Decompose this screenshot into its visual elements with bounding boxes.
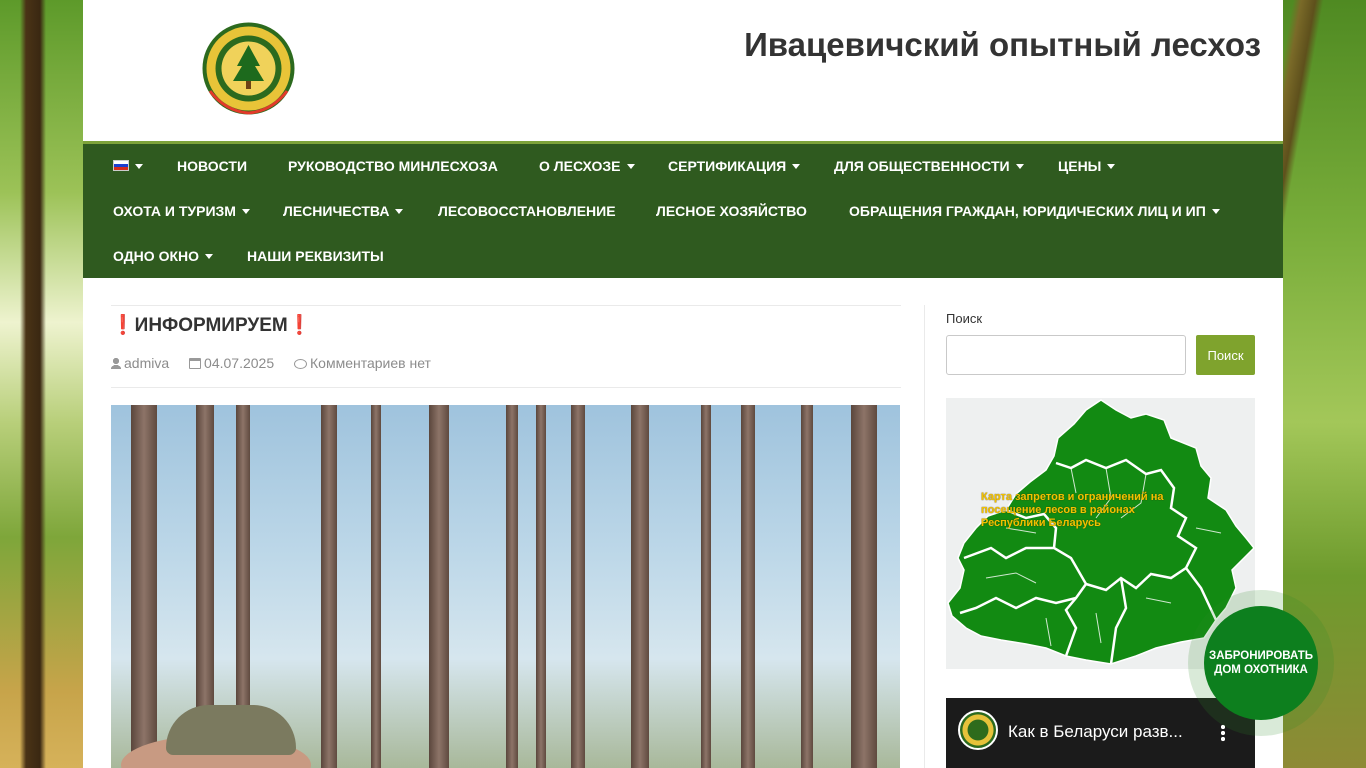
nav-item-public[interactable]: ДЛЯ ОБЩЕСТВЕННОСТИ xyxy=(834,144,1024,189)
chevron-down-icon xyxy=(205,253,214,259)
background-forest-left xyxy=(0,0,83,768)
nav-item-label: ОХОТА И ТУРИЗМ xyxy=(113,203,236,219)
post-date[interactable]: 04.07.2025 xyxy=(189,355,282,371)
book-hunters-house-button[interactable]: ЗАБРОНИРОВАТЬ ДОМ ОХОТНИКА xyxy=(1188,590,1334,736)
nav-item-ministry-leadership[interactable]: РУКОВОДСТВО МИНЛЕСХОЗА xyxy=(288,144,498,189)
nav-item-label: СЕРТИФИКАЦИЯ xyxy=(668,158,787,174)
nav-item-label: О ЛЕСХОЗЕ xyxy=(539,158,621,174)
exclamation-icon: ❗ xyxy=(287,315,312,336)
divider xyxy=(111,305,901,306)
post-title[interactable]: ❗ИНФОРМИРУЕМ❗ xyxy=(111,315,901,337)
tree-trunk xyxy=(701,405,711,768)
tree-trunk xyxy=(131,405,157,768)
chevron-down-icon xyxy=(241,208,250,214)
tree-trunk xyxy=(536,405,546,768)
tree-trunk xyxy=(631,405,649,768)
post-meta: admiva 04.07.2025 Комментариев нет xyxy=(111,355,901,371)
nav-row-2: ОХОТА И ТУРИЗМ ЛЕСНИЧЕСТВА ЛЕСОВОССТАНОВ… xyxy=(83,189,1283,234)
nav-item-one-window[interactable]: ОДНО ОКНО xyxy=(113,234,214,279)
nav-item-forest-management[interactable]: ЛЕСНОЕ ХОЗЯЙСТВО xyxy=(656,189,807,234)
chevron-down-icon xyxy=(1015,163,1024,169)
nav-row-1: НОВОСТИ РУКОВОДСТВО МИНЛЕСХОЗА О ЛЕСХОЗЕ… xyxy=(83,144,1283,189)
post-author[interactable]: admiva xyxy=(111,355,177,371)
tree-trunk xyxy=(371,405,381,768)
calendar-icon xyxy=(189,358,202,369)
page-container: Ивацевичский опытный лесхоз НОВОСТИ РУКО… xyxy=(83,0,1283,768)
nav-item-certification[interactable]: СЕРТИФИКАЦИЯ xyxy=(668,144,801,189)
russian-flag-icon xyxy=(113,159,129,171)
nav-item-label: ЛЕСНИЧЕСТВА xyxy=(283,203,390,219)
post-featured-image[interactable] xyxy=(111,405,900,768)
channel-logo-icon xyxy=(958,710,998,750)
language-switcher[interactable] xyxy=(113,144,143,189)
chevron-down-icon xyxy=(792,163,801,169)
nav-item-appeals[interactable]: ОБРАЩЕНИЯ ГРАЖДАН, ЮРИДИЧЕСКИХ ЛИЦ И ИП xyxy=(849,189,1220,234)
post-comments-text: Комментариев нет xyxy=(310,355,431,371)
divider xyxy=(111,387,901,388)
main-navigation: НОВОСТИ РУКОВОДСТВО МИНЛЕСХОЗА О ЛЕСХОЗЕ… xyxy=(83,141,1283,278)
tree-trunk xyxy=(506,405,518,768)
nav-row-3: ОДНО ОКНО НАШИ РЕКВИЗИТЫ xyxy=(83,234,1283,279)
forestry-emblem-logo[interactable] xyxy=(200,21,297,116)
nav-item-reforestation[interactable]: ЛЕСОВОССТАНОВЛЕНИЕ xyxy=(438,189,616,234)
book-button-line2: ДОМ ОХОТНИКА xyxy=(1214,664,1308,676)
tree-trunk xyxy=(851,405,877,768)
person-cap xyxy=(166,705,296,755)
map-caption: Карта запретов и ограничений на посещени… xyxy=(981,491,1164,529)
tree-trunk xyxy=(801,405,813,768)
sidebar: Поиск Поиск Карта запретов и ограничений… xyxy=(946,305,1256,768)
search-input[interactable] xyxy=(946,335,1186,375)
chevron-down-icon xyxy=(135,163,143,169)
post-author-name: admiva xyxy=(124,355,170,371)
video-title[interactable]: Как в Беларуси разв... xyxy=(1008,722,1183,742)
nav-item-label: ЦЕНЫ xyxy=(1058,158,1102,174)
search-button[interactable]: Поиск xyxy=(1196,335,1255,375)
tree-trunk xyxy=(321,405,337,768)
site-title[interactable]: Ивацевичский опытный лесхоз xyxy=(744,26,1261,64)
chevron-down-icon xyxy=(395,208,404,214)
nav-item-label: ДЛЯ ОБЩЕСТВЕННОСТИ xyxy=(834,158,1010,174)
nav-item-about[interactable]: О ЛЕСХОЗЕ xyxy=(539,144,635,189)
chevron-down-icon xyxy=(1107,163,1116,169)
user-icon xyxy=(111,358,121,369)
nav-item-label: ОБРАЩЕНИЯ ГРАЖДАН, ЮРИДИЧЕСКИХ ЛИЦ И ИП xyxy=(849,203,1206,219)
sidebar-divider xyxy=(924,305,925,768)
comment-icon xyxy=(294,359,307,369)
nav-item-forestries[interactable]: ЛЕСНИЧЕСТВА xyxy=(283,189,404,234)
nav-item-label: НАШИ РЕКВИЗИТЫ xyxy=(247,248,384,264)
chevron-down-icon xyxy=(626,163,635,169)
nav-item-label: НОВОСТИ xyxy=(177,158,248,174)
nav-item-label: РУКОВОДСТВО МИНЛЕСХОЗА xyxy=(288,158,498,174)
search-form: Поиск xyxy=(946,335,1256,375)
nav-item-label: ЛЕСНОЕ ХОЗЯЙСТВО xyxy=(656,203,807,219)
book-button-line1: ЗАБРОНИРОВАТЬ xyxy=(1208,650,1314,662)
post-title-text: ИНФОРМИРУЕМ xyxy=(134,315,288,336)
post-comments[interactable]: Комментариев нет xyxy=(294,355,439,371)
nav-item-label: ОДНО ОКНО xyxy=(113,248,200,264)
tree-trunk xyxy=(741,405,755,768)
tree-trunk xyxy=(429,405,449,768)
nav-item-requisites[interactable]: НАШИ РЕКВИЗИТЫ xyxy=(247,234,384,279)
tree-trunk xyxy=(571,405,585,768)
chevron-down-icon xyxy=(1211,208,1220,214)
nav-item-prices[interactable]: ЦЕНЫ xyxy=(1058,144,1116,189)
nav-item-news[interactable]: НОВОСТИ xyxy=(177,144,247,189)
search-label: Поиск xyxy=(946,311,983,326)
nav-item-label: ЛЕСОВОССТАНОВЛЕНИЕ xyxy=(438,203,616,219)
post-header: ❗ИНФОРМИРУЕМ❗ admiva 04.07.2025 Коммента… xyxy=(111,305,901,388)
nav-item-hunting-tourism[interactable]: ОХОТА И ТУРИЗМ xyxy=(113,189,250,234)
exclamation-icon: ❗ xyxy=(111,315,135,336)
book-hunters-house-label: ЗАБРОНИРОВАТЬ ДОМ ОХОТНИКА xyxy=(1204,606,1318,720)
site-header: Ивацевичский опытный лесхоз xyxy=(83,0,1283,141)
post-date-text: 04.07.2025 xyxy=(204,355,275,371)
